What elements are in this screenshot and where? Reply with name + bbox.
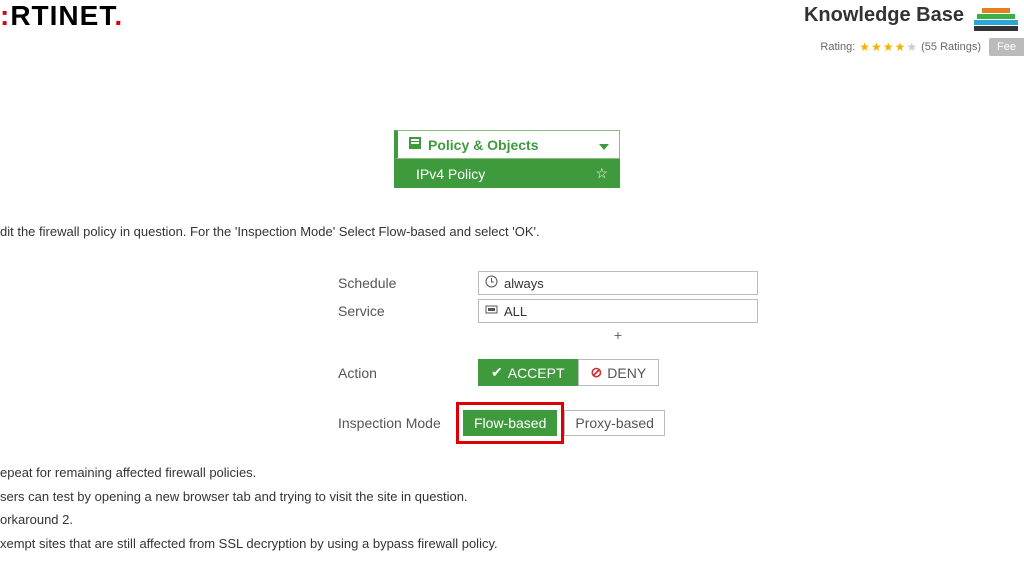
clock-icon (485, 275, 498, 291)
body-text: epeat for remaining affected firewall po… (0, 460, 498, 558)
kb-title: Knowledge Base (804, 4, 964, 27)
deny-icon: ⊘ (591, 364, 603, 381)
rating-count: (55 Ratings) (921, 41, 981, 53)
service-field[interactable]: ALL (478, 299, 758, 323)
action-label: Action (338, 365, 478, 381)
policy-icon (408, 136, 422, 153)
rating-label: Rating: (820, 41, 855, 53)
add-service-button[interactable]: + (478, 327, 758, 343)
star-icon: ★ (883, 40, 894, 54)
star-icon: ★ (871, 40, 882, 54)
service-label: Service (338, 303, 478, 319)
check-icon: ✔ (491, 364, 503, 381)
schedule-value: always (504, 276, 544, 291)
books-icon (974, 6, 1018, 39)
proxy-based-button[interactable]: Proxy-based (564, 410, 665, 436)
deny-button[interactable]: ⊘ DENY (578, 359, 660, 386)
star-icon: ★ (859, 40, 870, 54)
star-icon: ★ (895, 40, 906, 54)
rating-stars[interactable]: ★ ★ ★ ★ ★ (859, 40, 917, 54)
service-icon (485, 303, 498, 319)
accept-button[interactable]: ✔ ACCEPT (478, 359, 578, 386)
header: :RTINET. Knowledge Base Rating: ★ ★ ★ ★ … (0, 0, 1024, 60)
policy-form: Schedule always Service ALL + Action ✔ (338, 271, 758, 444)
nav-menu: Policy & Objects IPv4 Policy ☆ (394, 130, 620, 188)
flow-based-button[interactable]: Flow-based (463, 410, 557, 436)
chevron-down-icon (599, 137, 609, 153)
rating-row: Rating: ★ ★ ★ ★ ★ (55 Ratings) Fee (820, 38, 1024, 56)
text-line: orkaround 2. (0, 510, 498, 531)
text-line: xempt sites that are still affected from… (0, 534, 498, 555)
text-line: sers can test by opening a new browser t… (0, 487, 498, 508)
service-value: ALL (504, 304, 527, 319)
nav-child-ipv4-policy[interactable]: IPv4 Policy ☆ (394, 159, 620, 188)
logo: :RTINET. (0, 0, 123, 32)
star-outline-icon[interactable]: ☆ (595, 165, 608, 182)
text-line: epeat for remaining affected firewall po… (0, 463, 498, 484)
highlight-box: Flow-based (456, 402, 564, 444)
inspection-mode-label: Inspection Mode (338, 415, 456, 431)
schedule-label: Schedule (338, 275, 478, 291)
feedback-button[interactable]: Fee (989, 38, 1024, 56)
star-icon: ★ (906, 40, 917, 54)
instruction-text: dit the firewall policy in question. For… (0, 224, 1024, 239)
schedule-field[interactable]: always (478, 271, 758, 295)
nav-parent-policy-objects[interactable]: Policy & Objects (394, 130, 620, 159)
